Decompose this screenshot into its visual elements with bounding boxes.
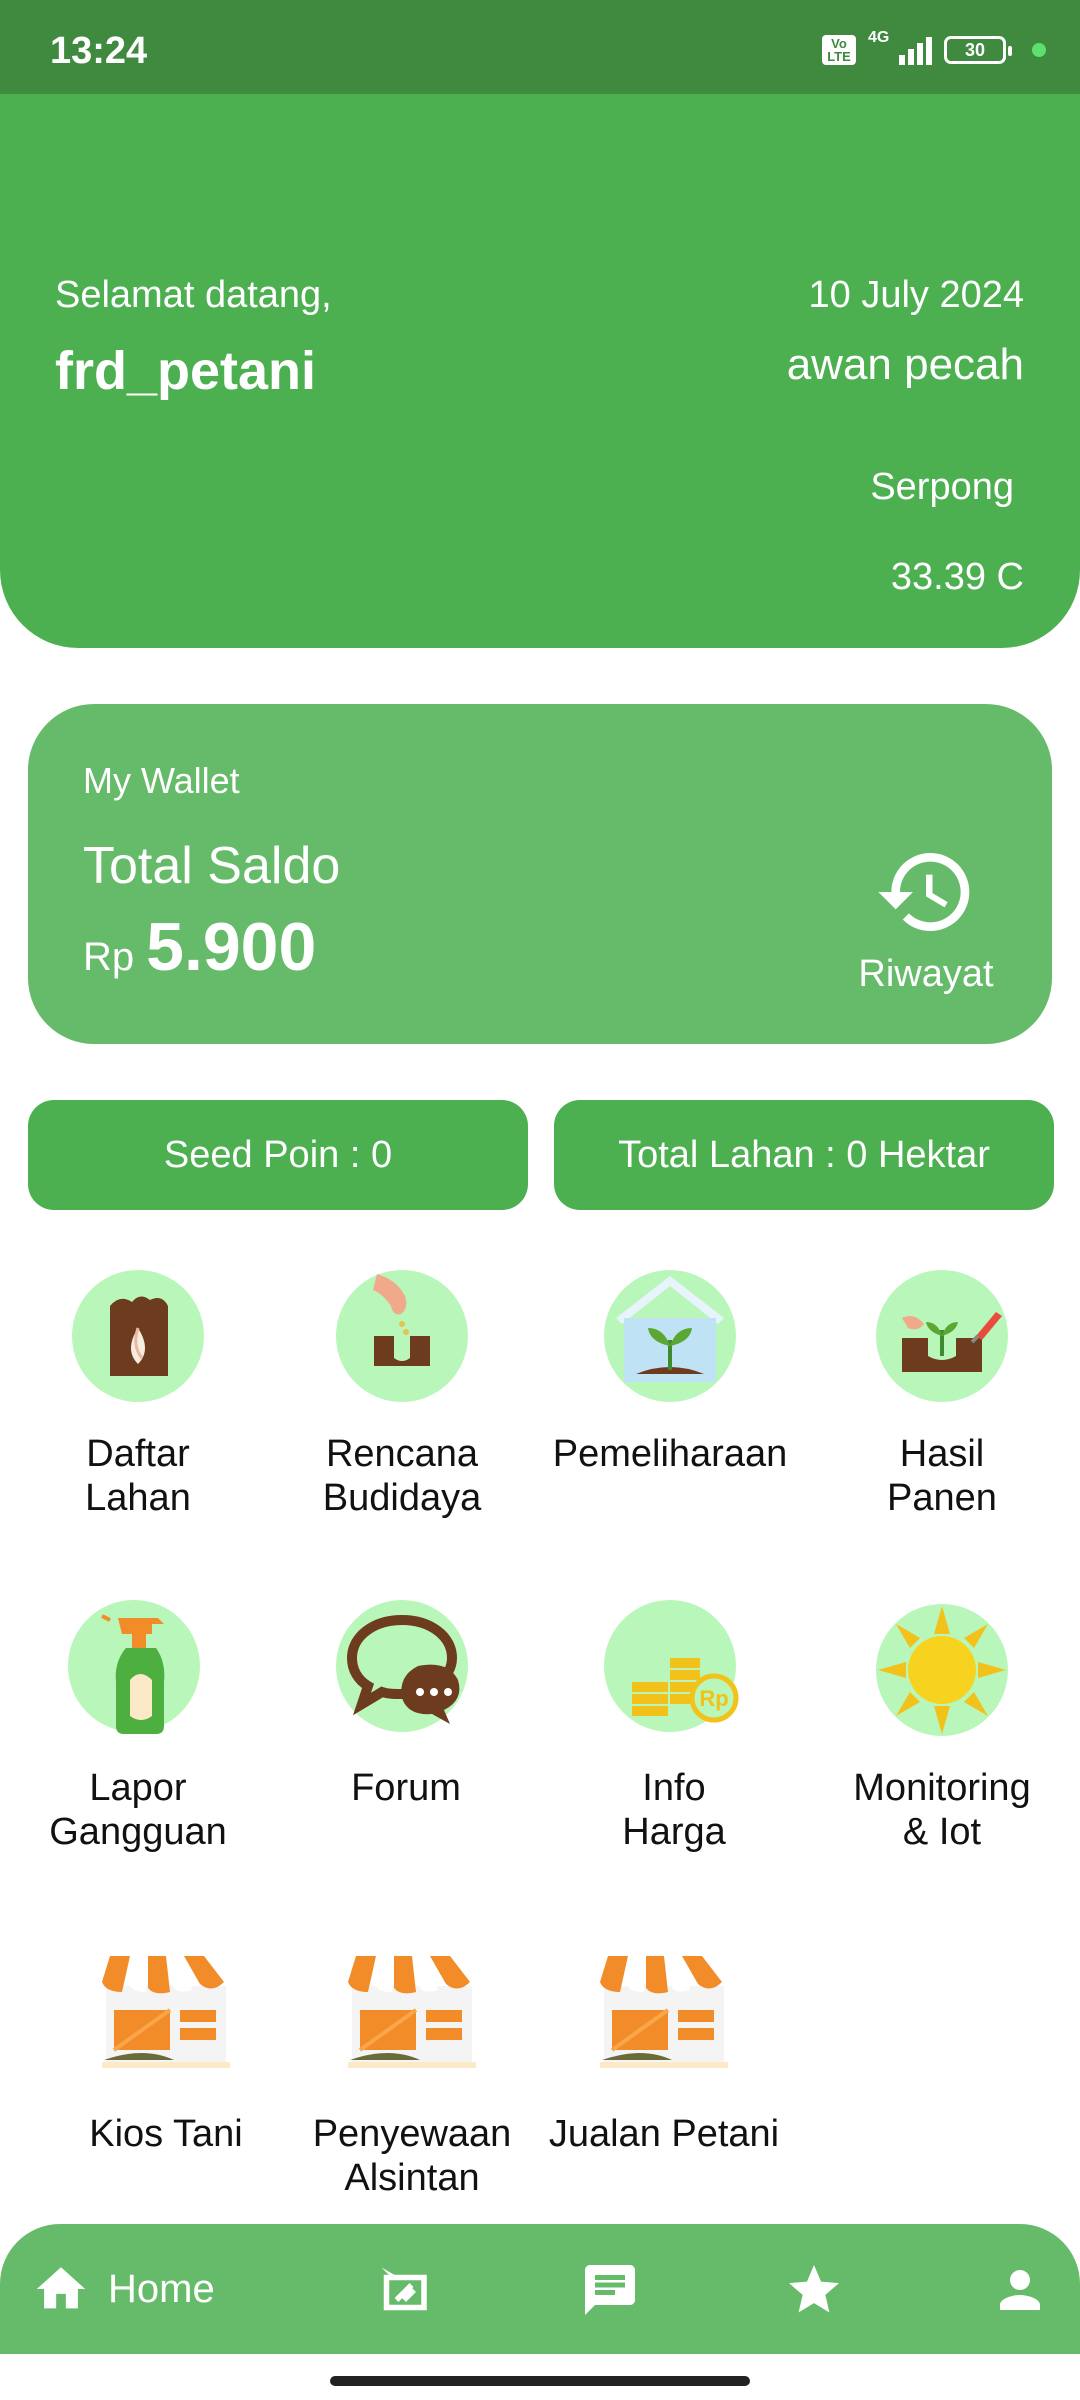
city-text: Serpong	[870, 466, 1014, 508]
svg-text:Rp: Rp	[699, 1686, 728, 1711]
status-bar: 13:24 Vo LTE 4G 30	[0, 0, 1080, 94]
username: frd_petani	[55, 341, 317, 401]
status-icons: Vo LTE 4G 30	[822, 29, 1046, 70]
history-button[interactable]: Riwayat	[856, 840, 996, 996]
store-icon	[594, 1946, 734, 2086]
chat-bubbles-icon	[336, 1600, 476, 1740]
battery-level: 30	[964, 39, 986, 60]
battery-icon: 30	[944, 36, 1012, 64]
menu-label: Info Harga	[622, 1767, 726, 1853]
saldo-value: 5.900	[146, 909, 317, 985]
menu-daftar-lahan[interactable]: Daftar Lahan	[8, 1266, 268, 1520]
nav-home-label: Home	[108, 2266, 215, 2311]
greeting-text: Selamat datang,	[55, 274, 332, 316]
sign-icon	[381, 2267, 427, 2311]
seed-poin-button[interactable]: Seed Poin : 0	[28, 1100, 528, 1210]
menu-label: Daftar Lahan	[85, 1433, 191, 1519]
home-icon	[36, 2267, 86, 2309]
menu-kios-tani[interactable]: Kios Tani	[36, 1946, 296, 2156]
signal-icon: 4G	[868, 29, 932, 67]
menu-pemeliharaan[interactable]: Pemeliharaan	[540, 1266, 800, 1476]
currency-label: Rp	[83, 935, 135, 979]
sun-icon	[872, 1600, 1012, 1740]
volte-icon: Vo LTE	[822, 35, 856, 65]
menu-penyewaan-alsintan[interactable]: Penyewaan Alsintan	[282, 1946, 542, 2200]
menu-label: Forum	[351, 1767, 461, 1809]
history-icon	[878, 853, 970, 931]
menu-label: Penyewaan Alsintan	[312, 2113, 512, 2199]
wallet-card[interactable]: My Wallet Total Saldo Rp 5.900 Riwayat	[28, 704, 1052, 1044]
nav-profile[interactable]	[990, 2260, 1050, 2320]
menu-forum[interactable]: Forum	[276, 1600, 536, 1810]
wallet-title: My Wallet	[83, 760, 240, 801]
store-icon	[342, 1946, 482, 2086]
network-type: 4G	[868, 29, 890, 46]
greenhouse-icon	[600, 1266, 740, 1406]
menu-jualan-petani[interactable]: Jualan Petani	[534, 1946, 794, 2156]
privacy-dot-icon	[1032, 43, 1046, 57]
nav-land-sign[interactable]	[374, 2260, 434, 2320]
menu-monitoring-iot[interactable]: Monitoring & Iot	[812, 1600, 1072, 1854]
saldo-amount: Rp 5.900	[83, 908, 316, 986]
menu-label: Hasil Panen	[887, 1433, 997, 1519]
nav-messages[interactable]	[580, 2260, 640, 2320]
total-lahan-button[interactable]: Total Lahan : 0 Hektar	[554, 1100, 1054, 1210]
menu-rencana-budidaya[interactable]: Rencana Budidaya	[272, 1266, 532, 1520]
menu-label: Rencana Budidaya	[322, 1433, 482, 1519]
menu-label: Pemeliharaan	[552, 1433, 788, 1475]
person-icon	[1000, 2270, 1040, 2310]
menu-label: Jualan Petani	[548, 2113, 780, 2155]
planting-hand-icon	[332, 1266, 472, 1406]
history-label: Riwayat	[858, 953, 994, 995]
menu-label: Monitoring & Iot	[853, 1767, 1031, 1853]
gesture-bar[interactable]	[330, 2376, 750, 2386]
menu-label: Lapor Gangguan	[49, 1767, 227, 1853]
menu-info-harga[interactable]: Rp Info Harga	[544, 1600, 804, 1854]
weather-text: awan pecah	[786, 340, 1024, 389]
nav-favorites[interactable]	[784, 2260, 844, 2320]
status-time: 13:24	[50, 30, 148, 72]
bottom-navigation: Home	[0, 2224, 1080, 2354]
coins-price-icon: Rp	[604, 1600, 744, 1740]
store-icon	[96, 1946, 236, 2086]
harvest-icon	[872, 1266, 1012, 1406]
temperature-text: 33.39 C	[890, 556, 1024, 598]
seed-bag-icon	[68, 1266, 208, 1406]
menu-lapor-gangguan[interactable]: Lapor Gangguan	[8, 1600, 268, 1854]
header-card: Selamat datang, frd_petani 10 July 2024 …	[0, 94, 1080, 648]
star-icon	[789, 2265, 839, 2313]
saldo-label: Total Saldo	[83, 837, 341, 895]
menu-label: Kios Tani	[89, 2113, 243, 2155]
spray-bottle-icon	[68, 1600, 208, 1740]
date-text: 10 July 2024	[808, 274, 1025, 316]
nav-home[interactable]: Home	[32, 2260, 215, 2318]
message-icon	[585, 2265, 635, 2315]
menu-hasil-panen[interactable]: Hasil Panen	[812, 1266, 1072, 1520]
